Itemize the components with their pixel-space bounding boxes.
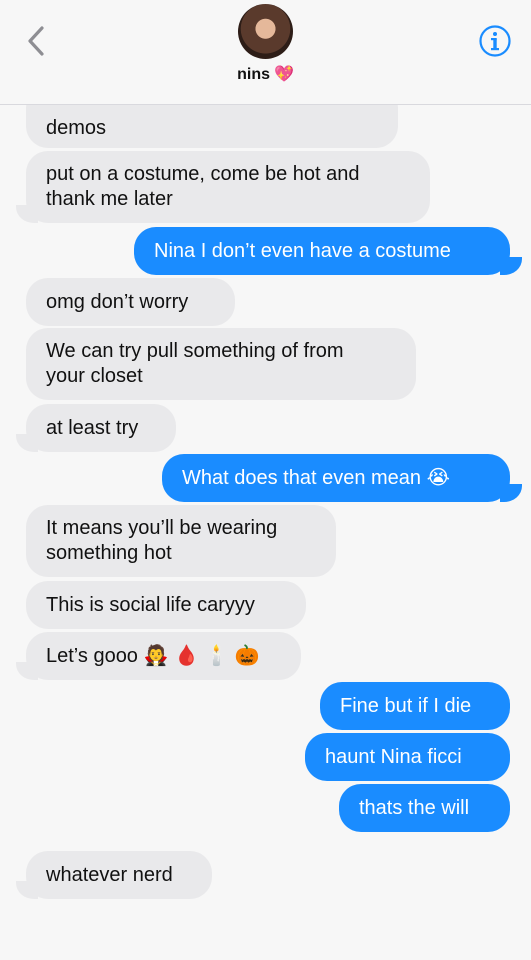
message-text: We can try pull something of from your c… xyxy=(46,340,344,387)
bubble-tail xyxy=(500,484,522,502)
info-icon xyxy=(479,25,511,57)
bubble-tail xyxy=(16,434,38,452)
message-bubble-incoming[interactable]: omg don’t worry xyxy=(26,278,235,326)
back-button[interactable] xyxy=(20,22,52,60)
bubble-tail xyxy=(16,662,38,680)
contact-name[interactable]: nins 💖 xyxy=(0,64,531,84)
message-bubble-outgoing[interactable]: thats the will xyxy=(339,784,510,832)
message-bubble-incoming[interactable]: We can try pull something of from your c… xyxy=(26,328,416,400)
message-text: Let’s gooo 🧛 🩸 🕯️ 🎃 xyxy=(46,644,260,667)
message-bubble-incoming[interactable]: This is social life caryyy xyxy=(26,581,306,629)
message-text: whatever nerd xyxy=(46,863,173,886)
message-bubble-outgoing[interactable]: haunt Nina ficci xyxy=(305,733,510,781)
message-text: haunt Nina ficci xyxy=(325,745,462,768)
bubble-tail xyxy=(16,205,38,223)
chevron-left-icon xyxy=(28,26,44,56)
avatar[interactable] xyxy=(238,4,293,59)
info-button[interactable] xyxy=(478,24,512,58)
message-bubble-outgoing[interactable]: Fine but if I die xyxy=(320,682,510,730)
message-text: What does that even mean 😭 xyxy=(182,466,450,489)
bubble-tail xyxy=(500,257,522,275)
message-text: This is social life caryyy xyxy=(46,593,255,616)
message-text: Fine but if I die xyxy=(340,694,472,717)
heart-icon: 💖 xyxy=(273,66,294,83)
message-text: at least try xyxy=(46,416,139,439)
message-text: demos xyxy=(46,116,107,139)
message-text: put on a costume, come be hot and thank … xyxy=(46,163,360,210)
contact-name-text: nins xyxy=(237,66,270,83)
message-bubble-incoming[interactable]: It means you’ll be wearing something hot xyxy=(26,505,336,577)
conversation-header: nins 💖 xyxy=(0,0,531,105)
message-bubble-incoming[interactable]: Let’s gooo 🧛 🩸 🕯️ 🎃 xyxy=(26,632,301,680)
message-bubble-incoming[interactable]: whatever nerd xyxy=(26,851,212,899)
message-bubble-outgoing[interactable]: Nina I don’t even have a costume xyxy=(134,227,510,275)
message-bubble-incoming[interactable]: at least try xyxy=(26,404,176,452)
message-text: It means you’ll be wearing something hot xyxy=(46,517,278,564)
message-bubble-incoming[interactable]: put on a costume, come be hot and thank … xyxy=(26,151,430,223)
message-text: Nina I don’t even have a costume xyxy=(154,239,451,262)
message-thread[interactable]: demos put on a costume, come be hot and … xyxy=(0,0,531,960)
message-bubble-outgoing[interactable]: What does that even mean 😭 xyxy=(162,454,510,502)
bubble-tail xyxy=(16,881,38,899)
message-text: thats the will xyxy=(359,796,470,819)
message-text: omg don’t worry xyxy=(46,290,189,313)
